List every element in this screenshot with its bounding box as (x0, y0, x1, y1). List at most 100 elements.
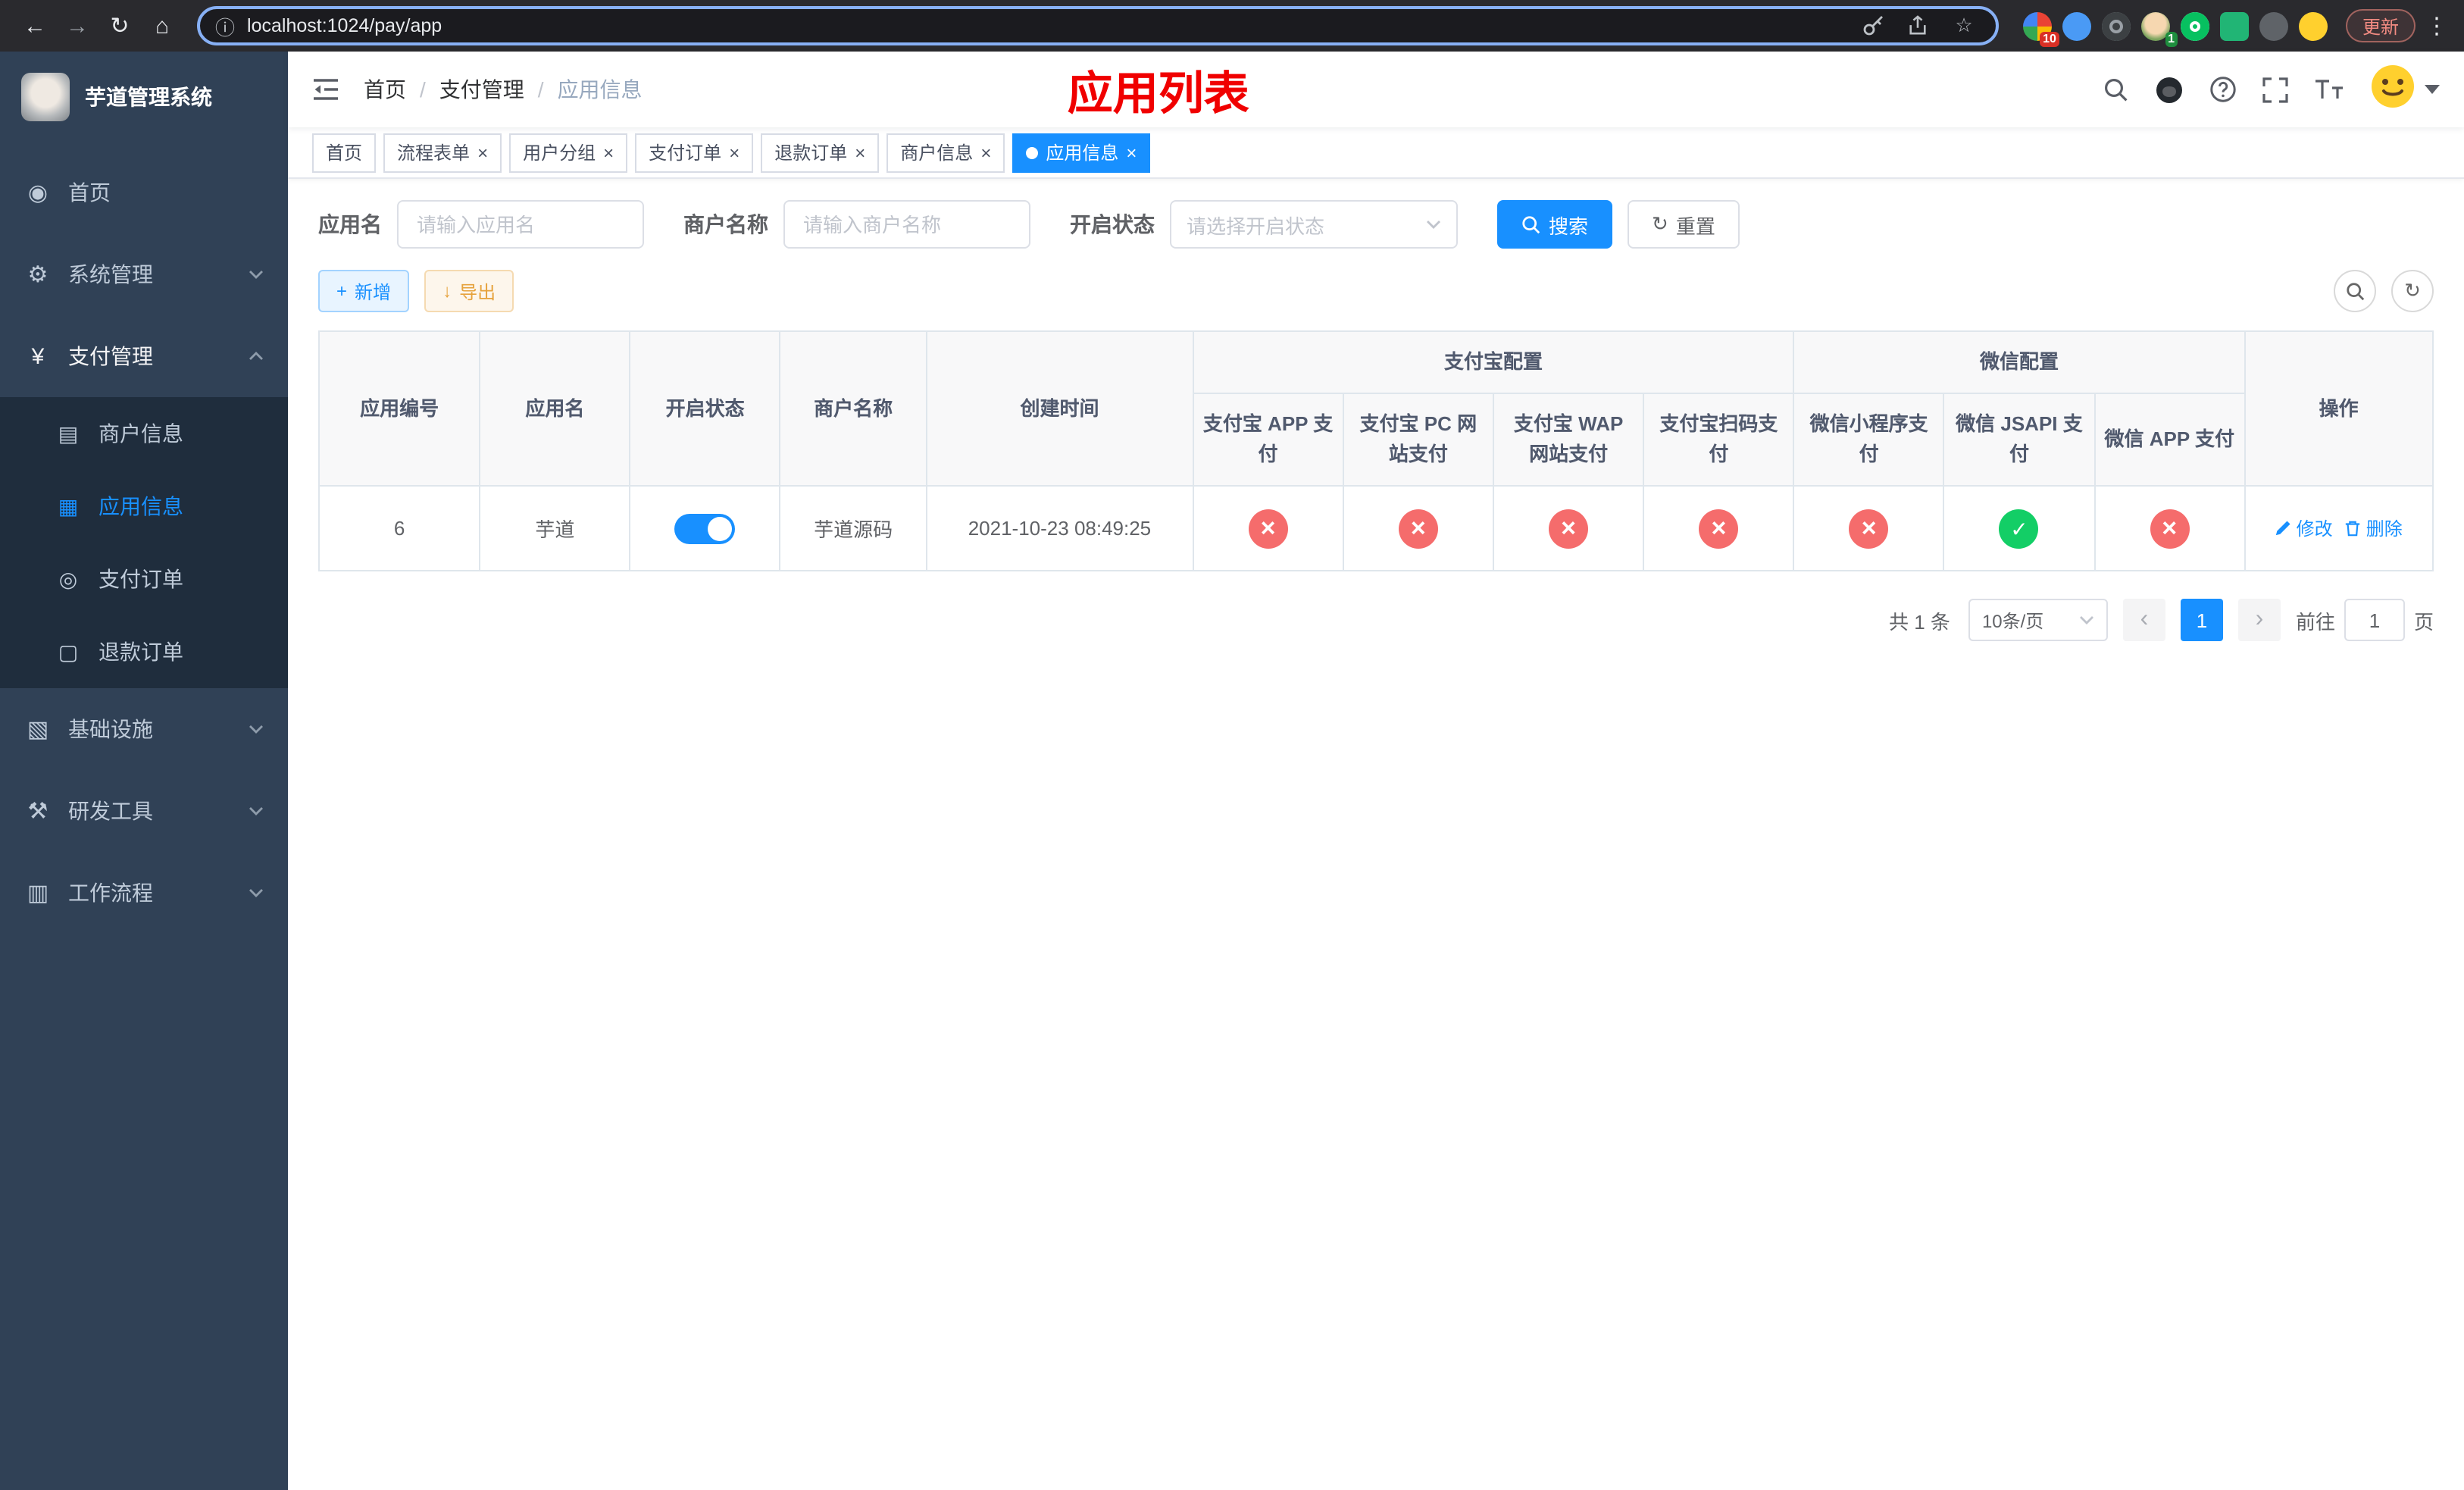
search-icon[interactable] (2103, 77, 2129, 102)
goto-page-input[interactable] (2344, 599, 2405, 642)
status-select[interactable]: 请选择开启状态 (1170, 200, 1458, 249)
chrome-update-button[interactable]: 更新 (2345, 9, 2416, 42)
table-toolbar: + 新增 ↓ 导出 ↻ (318, 270, 2434, 312)
extension-icon-3[interactable] (2101, 11, 2131, 40)
toggle-search-button[interactable] (2334, 270, 2376, 312)
bookmark-star-icon[interactable]: ☆ (1947, 14, 1981, 38)
chevron-down-icon (1426, 220, 1441, 229)
close-icon[interactable]: × (729, 143, 740, 161)
tab-process-form[interactable]: 流程表单 × (383, 133, 502, 172)
extension-icon-1[interactable]: 10 (2022, 11, 2059, 46)
back-button[interactable]: ← (15, 6, 55, 45)
password-key-icon[interactable] (1856, 15, 1890, 36)
close-icon[interactable]: × (855, 143, 865, 161)
sidebar-item-payment[interactable]: ¥ 支付管理 (0, 315, 288, 397)
profile-extension-icon[interactable]: 1 (2140, 11, 2178, 46)
top-navbar: 首页 / 支付管理 / 应用信息 应用列表 (288, 52, 2464, 127)
sidebar-item-pay-orders[interactable]: ◎ 支付订单 (0, 543, 288, 615)
tabs-bar: 首页 流程表单 × 用户分组 × 支付订单 × 退款订单 × 商户信息 × 应用… (288, 127, 2464, 179)
cell-merchant: 芋道源码 (779, 485, 927, 572)
logo[interactable]: 芋道管理系统 (0, 52, 288, 142)
extension-icon-5[interactable] (2180, 11, 2209, 40)
tab-home[interactable]: 首页 (312, 133, 377, 172)
sidebar-item-system[interactable]: ⚙ 系统管理 (0, 233, 288, 315)
tab-merchant-info[interactable]: 商户信息 × (886, 133, 1005, 172)
sidebar-item-dev-tools[interactable]: ⚒ 研发工具 (0, 770, 288, 852)
col-header-wechat-app: 微信 APP 支付 (2093, 393, 2246, 487)
extension-icon-2[interactable] (2062, 11, 2091, 40)
forward-button[interactable]: → (58, 6, 97, 45)
sidebar-item-home[interactable]: ◉ 首页 (0, 152, 288, 233)
page-size-select[interactable]: 10条/页 (1968, 599, 2108, 642)
config-status-icon (1999, 509, 2039, 549)
prev-page-button[interactable]: ‹ (2122, 599, 2165, 642)
delete-link[interactable]: 删除 (2345, 516, 2403, 542)
cell-id: 6 (317, 485, 481, 572)
close-icon[interactable]: × (477, 143, 488, 161)
merchant-label: 商户名称 (683, 212, 768, 236)
app-name-input[interactable] (397, 200, 644, 249)
add-button[interactable]: + 新增 (318, 270, 410, 312)
filter-merchant: 商户名称 (683, 200, 1030, 249)
col-header-id: 应用编号 (317, 330, 481, 487)
chevron-down-icon (249, 725, 264, 734)
page-number-1[interactable]: 1 (2180, 599, 2223, 642)
font-size-icon[interactable] (2314, 77, 2344, 102)
close-icon[interactable]: × (980, 143, 991, 161)
download-icon: ↓ (442, 280, 452, 302)
export-button[interactable]: ↓ 导出 (424, 270, 514, 312)
search-button[interactable]: 搜索 (1497, 200, 1613, 249)
extension-icon-6[interactable] (2219, 11, 2249, 40)
merchant-input[interactable] (783, 200, 1030, 249)
col-header-wechat-jsapi: 微信 JSAPI 支付 (1943, 393, 2096, 487)
chrome-menu-icon[interactable]: ⋮ (2425, 12, 2449, 39)
filter-status: 开启状态 请选择开启状态 (1070, 200, 1458, 249)
close-icon[interactable]: × (1126, 143, 1137, 161)
status-toggle[interactable] (674, 513, 736, 544)
extension-icon-8[interactable] (2298, 11, 2328, 40)
payment-submenu: ▤ 商户信息 ▦ 应用信息 ◎ 支付订单 ▢ 退款订单 (0, 397, 288, 688)
edit-link[interactable]: 修改 (2275, 516, 2333, 542)
reload-button[interactable]: ↻ (100, 6, 139, 45)
group-header-alipay: 支付宝配置 (1192, 330, 1795, 395)
browser-window: ← → ↻ ⌂ ⓘ localhost:1024/pay/app ☆ 10 1 (0, 0, 2464, 1490)
refresh-table-button[interactable]: ↻ (2391, 270, 2434, 312)
chevron-down-icon (249, 888, 264, 897)
sidebar-item-infrastructure[interactable]: ▧ 基础设施 (0, 688, 288, 770)
fullscreen-icon[interactable] (2262, 77, 2288, 102)
close-icon[interactable]: × (603, 143, 614, 161)
cell-wechat-app (2093, 485, 2246, 572)
share-icon[interactable] (1902, 15, 1935, 36)
sidebar-item-app-info[interactable]: ▦ 应用信息 (0, 470, 288, 543)
sidebar-item-refund-orders[interactable]: ▢ 退款订单 (0, 615, 288, 688)
tab-user-group[interactable]: 用户分组 × (509, 133, 628, 172)
cell-alipay-wap (1492, 485, 1645, 572)
user-menu[interactable] (2370, 63, 2440, 116)
chevron-up-icon (249, 352, 264, 361)
sidebar-item-workflow[interactable]: ▥ 工作流程 (0, 852, 288, 934)
goto-page: 前往 页 (2296, 599, 2434, 642)
tab-refund-orders[interactable]: 退款订单 × (761, 133, 880, 172)
tab-pay-orders[interactable]: 支付订单 × (635, 133, 754, 172)
cell-alipay-pc (1342, 485, 1494, 572)
help-icon[interactable] (2209, 76, 2237, 103)
gear-icon: ⚙ (27, 262, 48, 288)
home-button[interactable]: ⌂ (142, 6, 182, 45)
col-header-status: 开启状态 (629, 330, 781, 487)
github-icon[interactable] (2155, 75, 2184, 104)
site-info-icon[interactable]: ⓘ (215, 11, 235, 40)
col-header-app-name: 应用名 (479, 330, 631, 487)
reset-button[interactable]: ↻ 重置 (1628, 200, 1740, 249)
sidebar-item-merchant-info[interactable]: ▤ 商户信息 (0, 397, 288, 470)
tab-app-info[interactable]: 应用信息 × (1012, 133, 1151, 172)
grid-icon: ▦ (58, 493, 79, 518)
total-count: 共 1 条 (1889, 610, 1950, 634)
extension-icon-7[interactable] (2259, 11, 2288, 40)
breadcrumb-home[interactable]: 首页 (364, 74, 406, 105)
next-page-button[interactable]: › (2237, 599, 2281, 642)
address-bar[interactable]: ⓘ localhost:1024/pay/app ☆ (197, 6, 1999, 45)
breadcrumb: 首页 / 支付管理 / 应用信息 (364, 74, 643, 105)
breadcrumb-payment[interactable]: 支付管理 (439, 74, 524, 105)
cell-alipay-qr (1643, 485, 1795, 572)
sidebar-toggle-icon[interactable] (312, 77, 339, 102)
